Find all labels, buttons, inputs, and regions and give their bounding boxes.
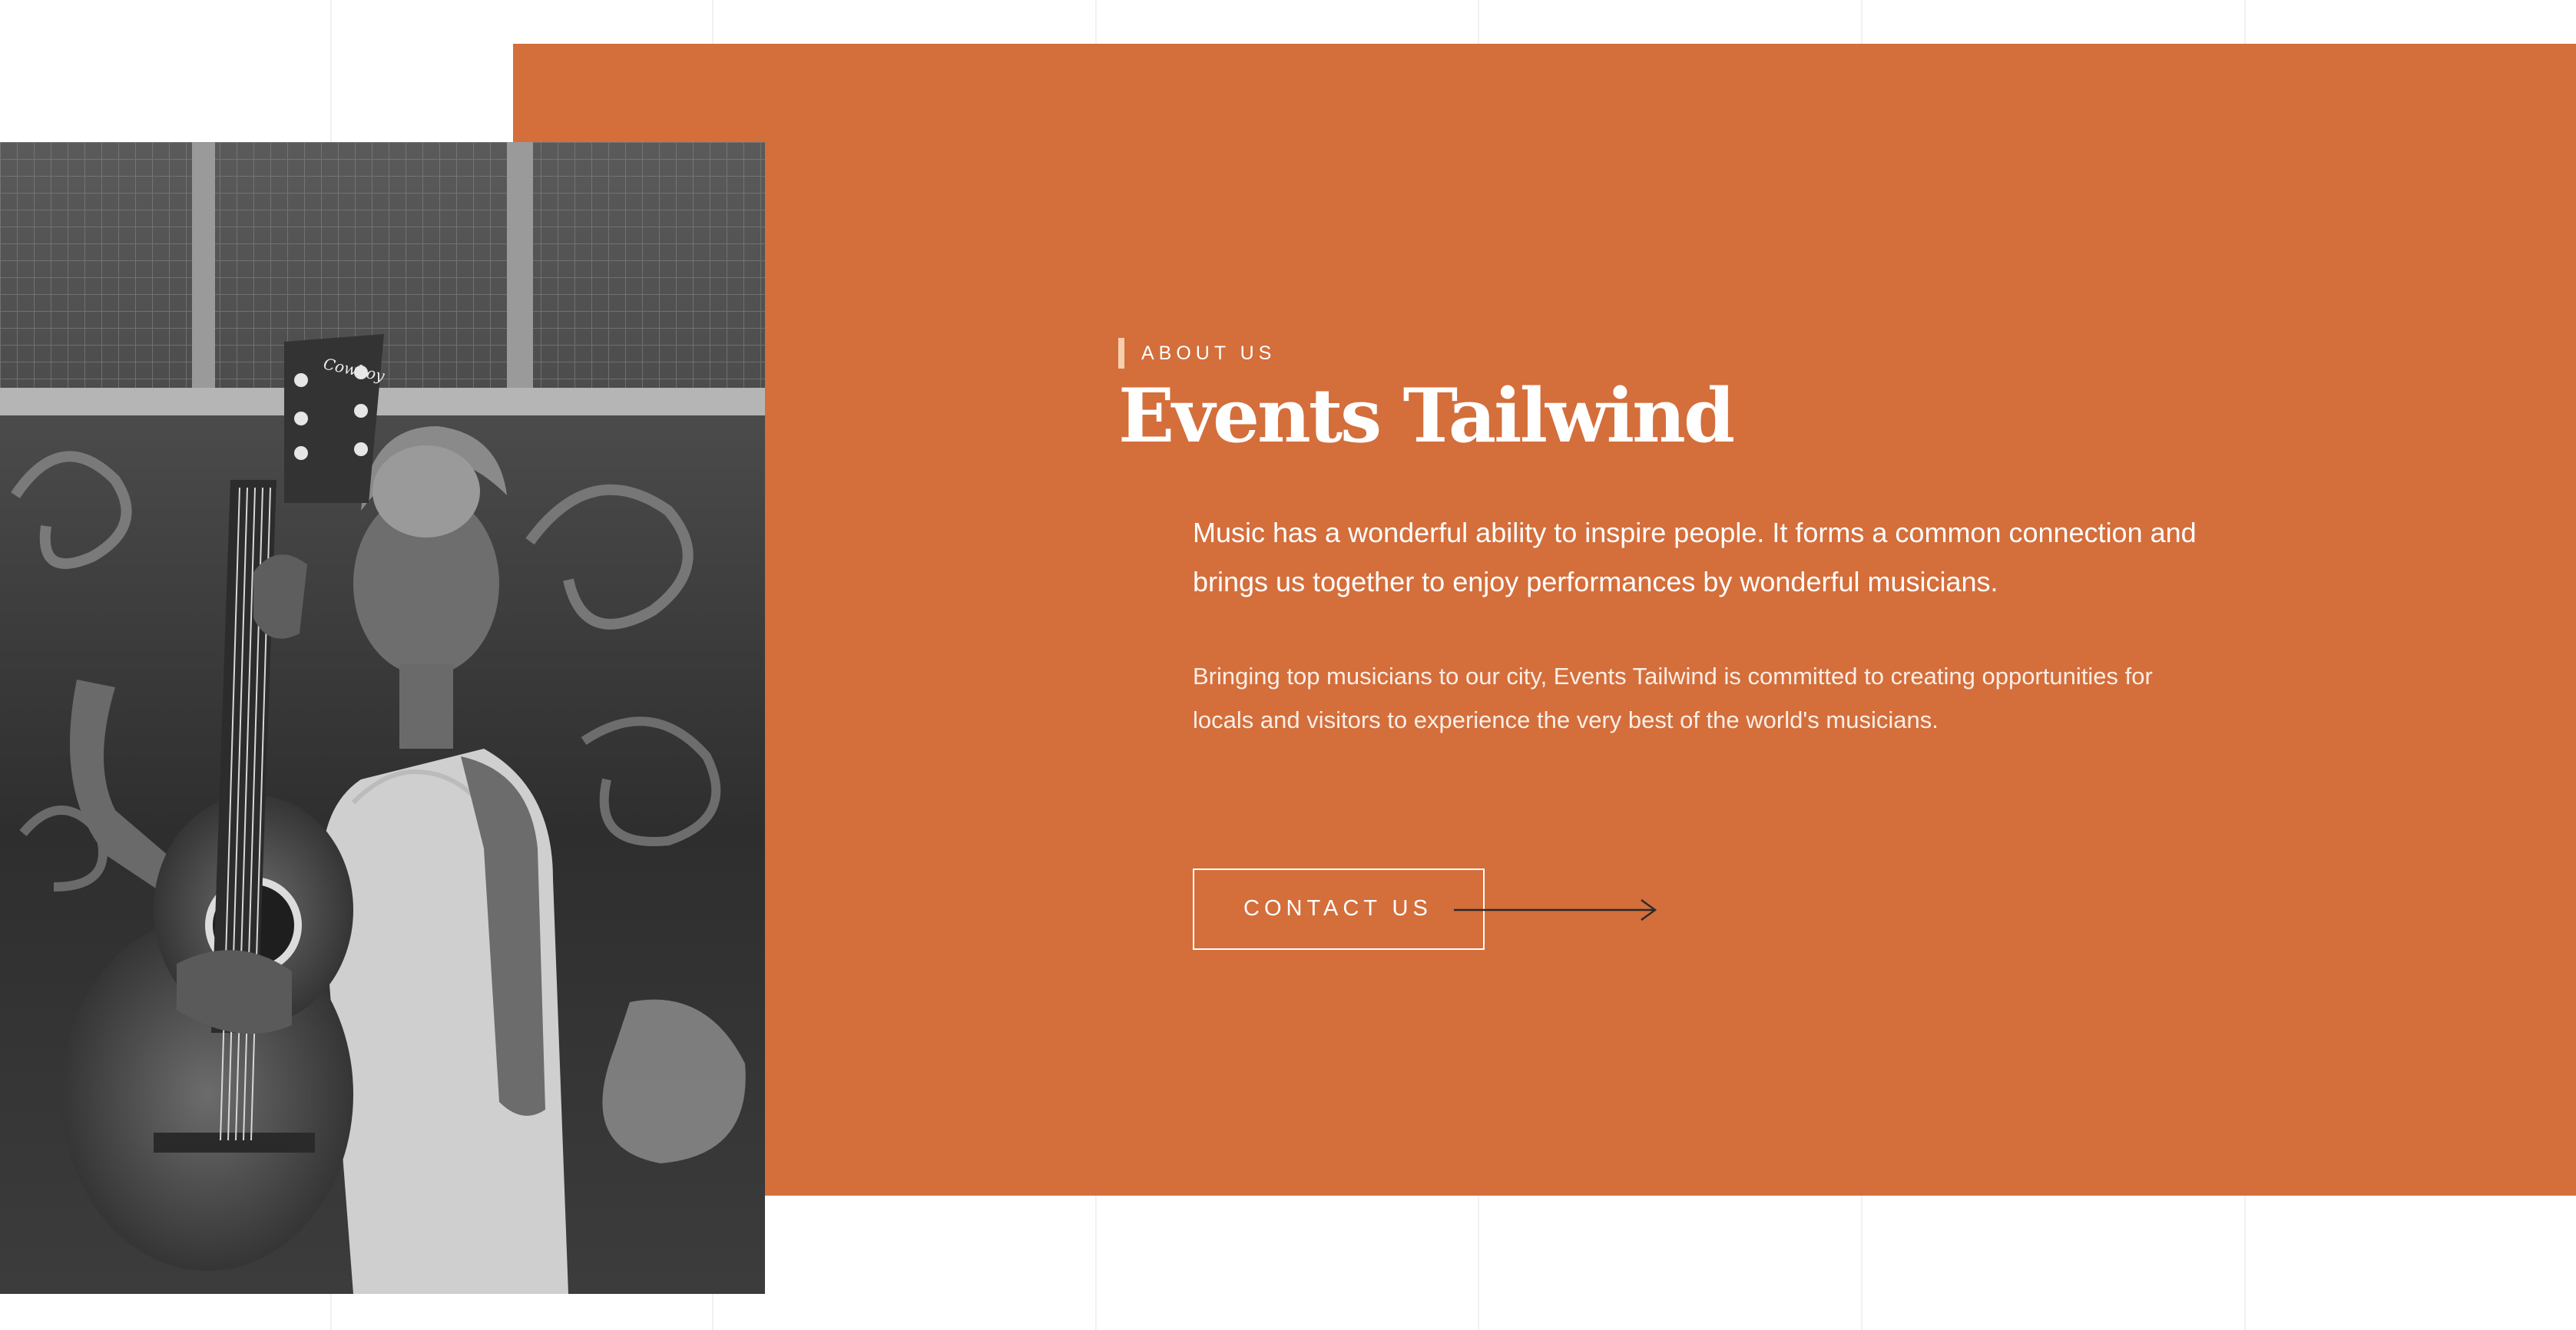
arrow-right-icon bbox=[1454, 898, 1657, 921]
body-paragraph: Bringing top musicians to our city, Even… bbox=[1193, 662, 2153, 733]
musician-photo-illustration: Cowboy bbox=[0, 142, 765, 1294]
eyebrow-accent-bar bbox=[1118, 338, 1124, 369]
about-content: ABOUT US Events Tailwind Music has a won… bbox=[1118, 338, 2270, 951]
musician-photo: Cowboy bbox=[0, 142, 765, 1294]
section-title: Events Tailwind bbox=[1118, 372, 1735, 459]
eyebrow-label: ABOUT US bbox=[1141, 342, 1276, 364]
about-body: Music has a wonderful ability to inspire… bbox=[1193, 508, 2214, 951]
lead-paragraph: Music has a wonderful ability to inspire… bbox=[1193, 516, 2197, 597]
cta-row: CONTACT US bbox=[1193, 868, 2214, 951]
about-section: Cowboy ABOUT US Events Tailwind Music ha… bbox=[0, 0, 2576, 1330]
contact-us-button[interactable]: CONTACT US bbox=[1193, 868, 1485, 950]
eyebrow: ABOUT US bbox=[1118, 338, 2270, 369]
